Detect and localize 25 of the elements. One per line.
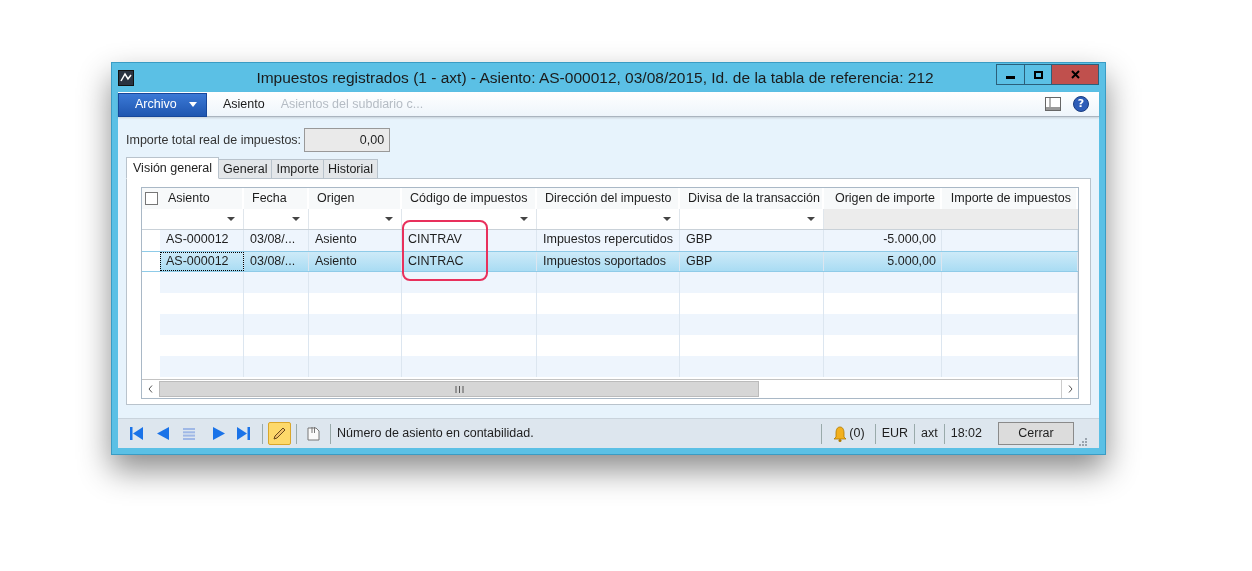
status-message: Número de asiento en contabilidad. [337,425,535,443]
tab[interactable]: Historial [323,159,379,179]
window-title: Impuestos registrados (1 - axt) - Asiento: AS-000012, 03/08/2015, Id. de la tabla de referencia: 212 [255,67,935,88]
company-label: axt [921,425,938,443]
table-cell: GBP [680,252,824,271]
field-label: Importe total real de impuestos: [126,131,302,149]
table-cell: AS-000012 [160,252,244,271]
currency-label: EUR [881,425,909,443]
menu-item[interactable]: Asiento [215,92,273,116]
close-button[interactable]: Cerrar [998,422,1074,445]
table-cell: CINTRAC [402,252,537,271]
help-button[interactable]: ? [1073,96,1089,112]
total-field: 0,00 [304,128,391,152]
tab[interactable]: Importe [272,159,324,179]
tab[interactable]: Visión general [126,157,219,179]
alert-count[interactable]: (0) [849,424,865,443]
table-cell: 03/08/... [244,252,309,271]
table-cell: Asiento [309,252,402,271]
tab[interactable]: General [219,159,273,179]
table-cell: 5.000,00 [824,252,942,271]
file-menu-button[interactable]: Archivo [118,92,207,117]
time-label: 18:02 [950,425,982,443]
table-row[interactable]: AS-000012 03/08/... Asiento CINTRAV Impuestos repercutidos GBP -5.000,00 [142,230,1078,251]
table-row[interactable]: AS-000012 03/08/... Asiento CINTRAC Impuestos soportados GBP 5.000,00 [142,251,1078,272]
table-cell: Impuestos soportados [537,252,680,271]
